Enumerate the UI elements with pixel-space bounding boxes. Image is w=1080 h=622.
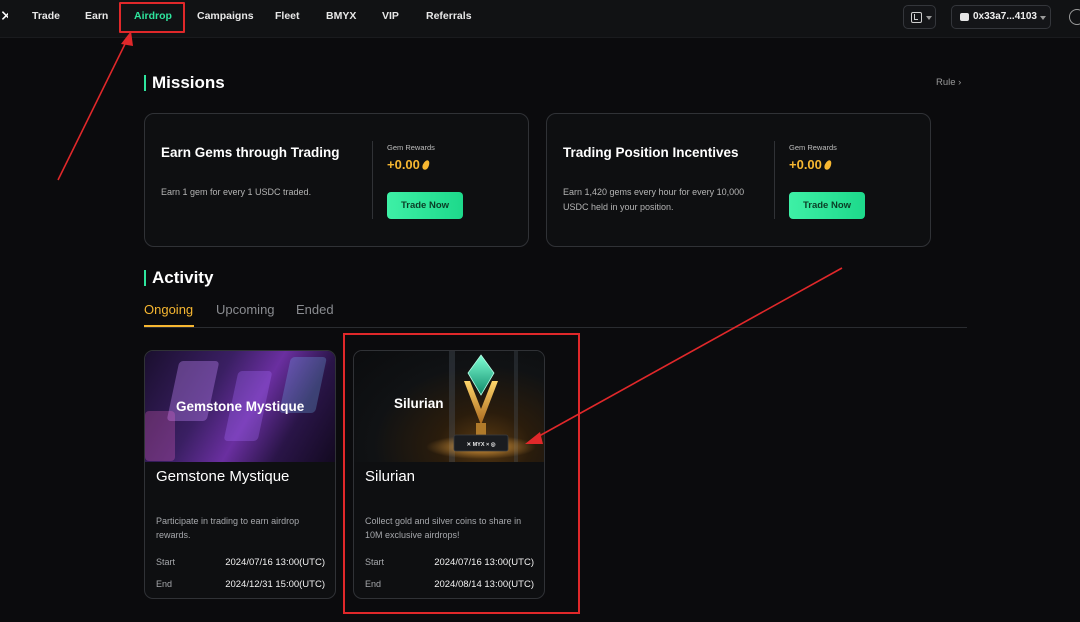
annotation-arrows [57,31,843,444]
